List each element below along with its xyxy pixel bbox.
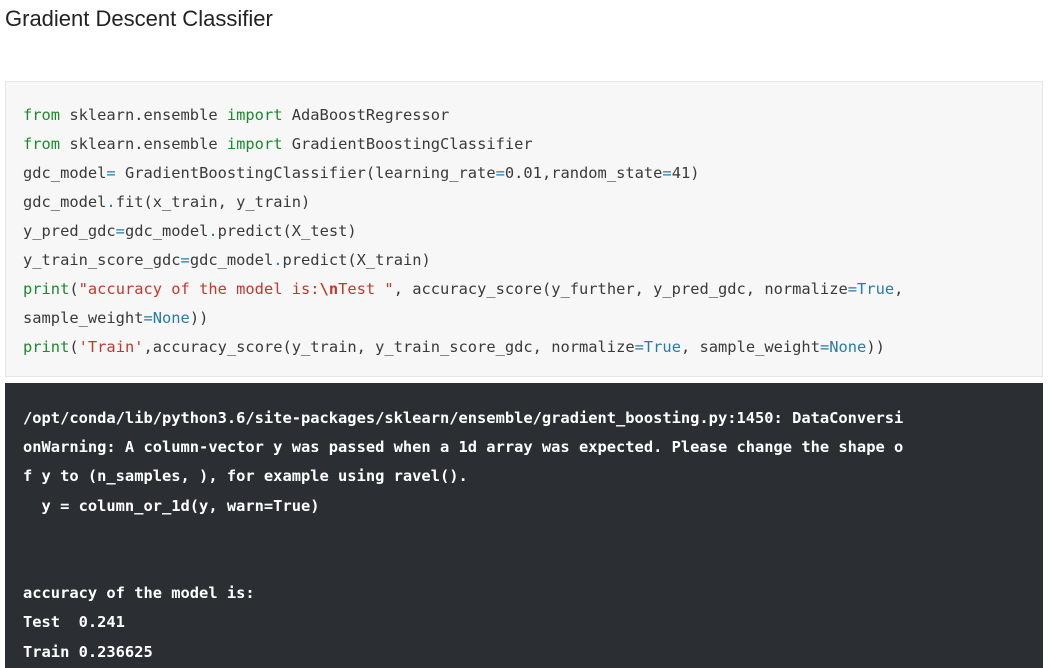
section-heading: Gradient Descent Classifier — [5, 6, 273, 31]
code-token: sample_weight — [23, 309, 144, 327]
code-token: "accuracy of the model is: — [78, 280, 320, 298]
code-token: 0.01 — [504, 164, 542, 182]
code-token: print — [23, 280, 70, 298]
code-token: ,random_state — [541, 164, 663, 182]
code-line: print("accuracy of the model is:\nTest "… — [23, 275, 1042, 304]
code-token: \n — [319, 280, 339, 298]
code-token: = — [819, 338, 830, 356]
code-token: gdc_model — [23, 193, 107, 211]
code-token: import — [226, 106, 283, 124]
code-token: import — [226, 135, 283, 153]
code-token: . — [106, 193, 116, 211]
code-line: from sklearn.ensemble import AdaBoostReg… — [23, 101, 1042, 130]
output-line: y = column_or_1d(y, warn=True) — [23, 496, 320, 515]
code-token: ( — [69, 338, 79, 356]
code-token: ( — [69, 280, 79, 298]
output-line: /opt/conda/lib/python3.6/site-packages/s… — [23, 409, 904, 427]
code-token: . — [273, 251, 283, 269]
code-token: = — [662, 164, 672, 182]
code-token: True — [857, 280, 895, 298]
code-line: from sklearn.ensemble import GradientBoo… — [23, 130, 1042, 159]
code-token: None — [152, 309, 190, 327]
output-line: Test 0.241 — [23, 613, 125, 632]
code-token: fit(x_train, y_train) — [115, 193, 311, 211]
code-token: y_train_score_gdc — [23, 251, 181, 269]
code-token: = — [495, 164, 505, 182]
code-token: gdc_model — [189, 251, 274, 269]
code-token: GradientBoostingClassifier — [282, 135, 533, 153]
code-token: print — [23, 338, 70, 356]
code-token: sklearn.ensemble — [60, 106, 227, 124]
code-token: from — [23, 135, 61, 153]
code-token: )) — [866, 338, 885, 356]
code-line: y_train_score_gdc=gdc_model.predict(X_tr… — [23, 246, 1042, 275]
code-line: sample_weight=None)) — [23, 304, 1042, 333]
code-token: GradientBoostingClassifier(learning_rate — [115, 164, 496, 182]
code-token: predict(X_train) — [282, 251, 431, 269]
code-line: y_pred_gdc=gdc_model.predict(X_test) — [23, 217, 1042, 246]
code-token: sklearn.ensemble — [60, 135, 227, 153]
output-line: f y to (n_samples, ), for example using … — [23, 467, 468, 486]
output-line: accuracy of the model is: — [23, 584, 255, 603]
code-token: ,accuracy_score(y_train, y_train_score_g… — [143, 338, 635, 356]
code-token: = — [180, 251, 190, 269]
code-token: 41) — [671, 164, 700, 182]
code-line: gdc_model.fit(x_train, y_train) — [23, 188, 1042, 217]
code-token: . — [208, 222, 218, 240]
code-token: , sample_weight — [680, 338, 820, 356]
code-token: True — [643, 338, 681, 356]
code-token: None — [829, 338, 867, 356]
code-token: y_pred_gdc — [23, 222, 116, 240]
output-line: Train 0.236625 — [23, 642, 153, 661]
code-token: Test " — [338, 280, 394, 298]
code-token: = — [106, 164, 116, 182]
code-line: gdc_model= GradientBoostingClassifier(le… — [23, 159, 1042, 188]
code-token: gdc_model — [124, 222, 209, 240]
code-token: from — [23, 106, 61, 124]
code-token: , accuracy_score(y_further, y_pred_gdc, … — [393, 280, 848, 298]
code-token: = — [634, 338, 644, 356]
code-token: = — [143, 309, 153, 327]
output-line: onWarning: A column-vector y was passed … — [23, 438, 904, 457]
code-token: 'Train' — [78, 338, 144, 356]
code-token: , — [894, 280, 904, 298]
code-cell[interactable]: from sklearn.ensemble import AdaBoostReg… — [5, 81, 1043, 377]
code-token: = — [847, 280, 858, 298]
code-token: )) — [189, 309, 209, 327]
code-line: print('Train',accuracy_score(y_train, y_… — [23, 333, 1042, 362]
code-token: predict(X_test) — [217, 222, 357, 240]
code-token: = — [115, 222, 125, 240]
output-cell: /opt/conda/lib/python3.6/site-packages/s… — [5, 383, 1043, 668]
code-token: gdc_model — [23, 164, 107, 182]
code-token: AdaBoostRegressor — [282, 106, 450, 124]
